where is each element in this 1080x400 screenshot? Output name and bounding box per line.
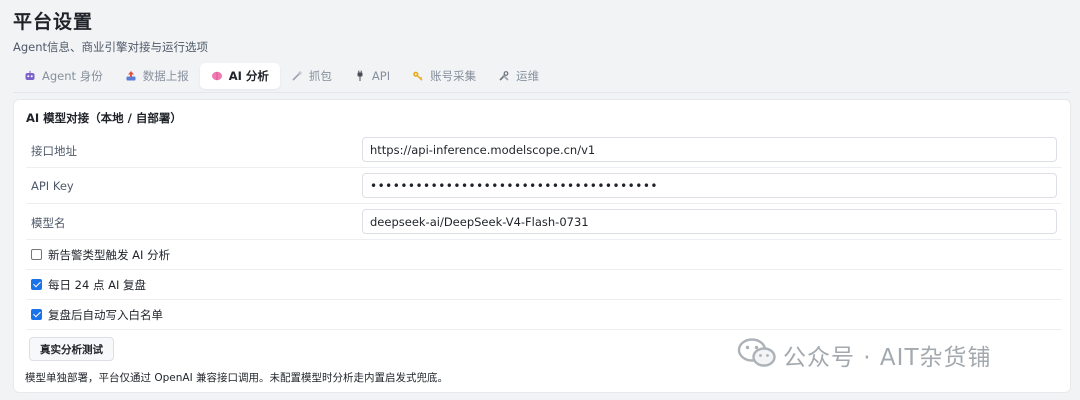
footnote: 模型单独部署，平台仅通过 OpenAI 兼容接口调用。未配置模型时分析走内置启发… (25, 372, 448, 384)
trigger-analysis-checkbox[interactable] (31, 249, 42, 260)
tab-ops[interactable]: 运维 (487, 63, 550, 89)
tab-ai-analysis[interactable]: AI 分析 (199, 63, 280, 89)
tab-label: 数据上报 (142, 69, 189, 83)
form-row-endpoint: 接口地址 (26, 132, 1062, 168)
option-row-auto-whitelist[interactable]: 复盘后自动写入白名单 (26, 300, 1062, 330)
tab-data-report[interactable]: 数据上报 (114, 63, 200, 89)
needle-icon (291, 70, 303, 82)
test-analysis-button[interactable]: 真实分析测试 (29, 337, 114, 361)
option-row-daily-review[interactable]: 每日 24 点 AI 复盘 (26, 270, 1062, 300)
tab-label: 抓包 (308, 69, 332, 83)
wechat-icon (737, 337, 777, 373)
daily-review-checkbox[interactable] (31, 279, 42, 290)
tab-label: 运维 (516, 69, 540, 83)
tools-icon (498, 70, 510, 82)
page-subtitle: Agent信息、商业引擎对接与运行选项 (13, 40, 209, 54)
tab-capture[interactable]: 抓包 (280, 63, 343, 89)
api-key-label: API Key (31, 179, 74, 193)
tab-api[interactable]: API (343, 63, 401, 89)
auto-whitelist-label: 复盘后自动写入白名单 (48, 307, 163, 322)
robot-icon (24, 70, 36, 82)
plug-icon (354, 70, 366, 82)
key-icon (412, 70, 424, 82)
watermark: 公众号 · AIT杂货铺 (737, 337, 992, 373)
tab-label: AI 分析 (228, 69, 269, 83)
tab-label: Agent 身份 (42, 69, 103, 83)
daily-review-label: 每日 24 点 AI 复盘 (48, 277, 147, 292)
tab-bar: Agent 身份 数据上报 AI 分析 抓包 API 账号采集 运维 (13, 63, 550, 89)
auto-whitelist-checkbox[interactable] (31, 309, 42, 320)
option-row-trigger-analysis[interactable]: 新告警类型触发 AI 分析 (26, 240, 1062, 270)
form-row-api-key: API Key (26, 168, 1062, 204)
trigger-analysis-label: 新告警类型触发 AI 分析 (48, 247, 171, 262)
upload-icon (125, 70, 137, 82)
model-name-label: 模型名 (31, 216, 66, 230)
tab-account-collect[interactable]: 账号采集 (401, 63, 487, 89)
brain-icon (211, 70, 223, 82)
tab-label: 账号采集 (430, 69, 477, 83)
model-name-input[interactable] (362, 209, 1057, 234)
tab-agent-identity[interactable]: Agent 身份 (13, 63, 114, 89)
endpoint-input[interactable] (362, 137, 1057, 162)
api-key-input[interactable] (362, 173, 1057, 198)
tab-label: API (371, 69, 391, 83)
tab-divider (13, 92, 1070, 93)
endpoint-label: 接口地址 (31, 144, 77, 158)
page-title: 平台设置 (13, 11, 94, 33)
watermark-text: 公众号 · AIT杂货铺 (783, 345, 992, 371)
form-row-model-name: 模型名 (26, 204, 1062, 240)
card-title: AI 模型对接（本地 / 自部署） (26, 111, 182, 125)
